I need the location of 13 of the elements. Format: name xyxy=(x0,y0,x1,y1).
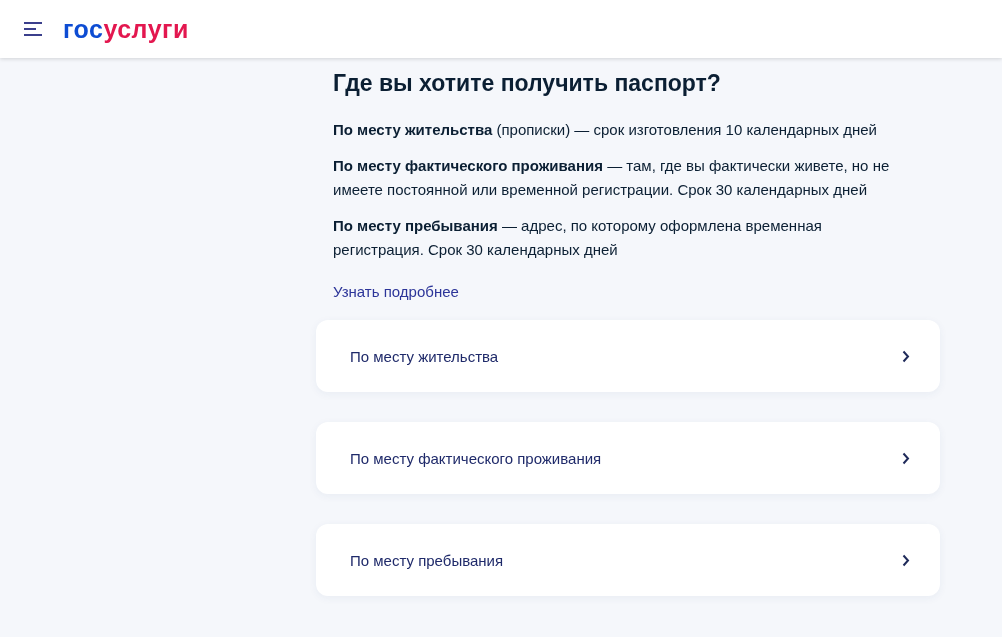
page-title: Где вы хотите получить паспорт? xyxy=(333,69,722,98)
logo-link[interactable]: госуслуги xyxy=(63,16,189,42)
option-card[interactable]: По месту пребывания xyxy=(316,524,940,596)
option-card[interactable]: По месту жительства xyxy=(316,320,940,392)
option-card[interactable]: По месту фактического проживания xyxy=(316,422,940,494)
chevron-right-icon xyxy=(902,349,910,363)
chevron-right-icon xyxy=(902,553,910,567)
menu-icon[interactable] xyxy=(24,22,42,36)
info-paragraph: По месту пребывания — адрес, по которому оформлена временная регистрация. Срок 30 календарных дней xyxy=(333,216,823,260)
more-link[interactable]: Узнать подробнее xyxy=(333,280,459,304)
info-paragraph: По месту фактического проживания — там, где вы фактически живете, но не имеете постоянной или временной регистрации. Срок 30 календарных дней xyxy=(333,156,891,200)
chevron-right-icon xyxy=(902,451,910,465)
info-paragraph: По месту жительства (прописки) — срок изготовления 10 календарных дней xyxy=(333,120,878,140)
